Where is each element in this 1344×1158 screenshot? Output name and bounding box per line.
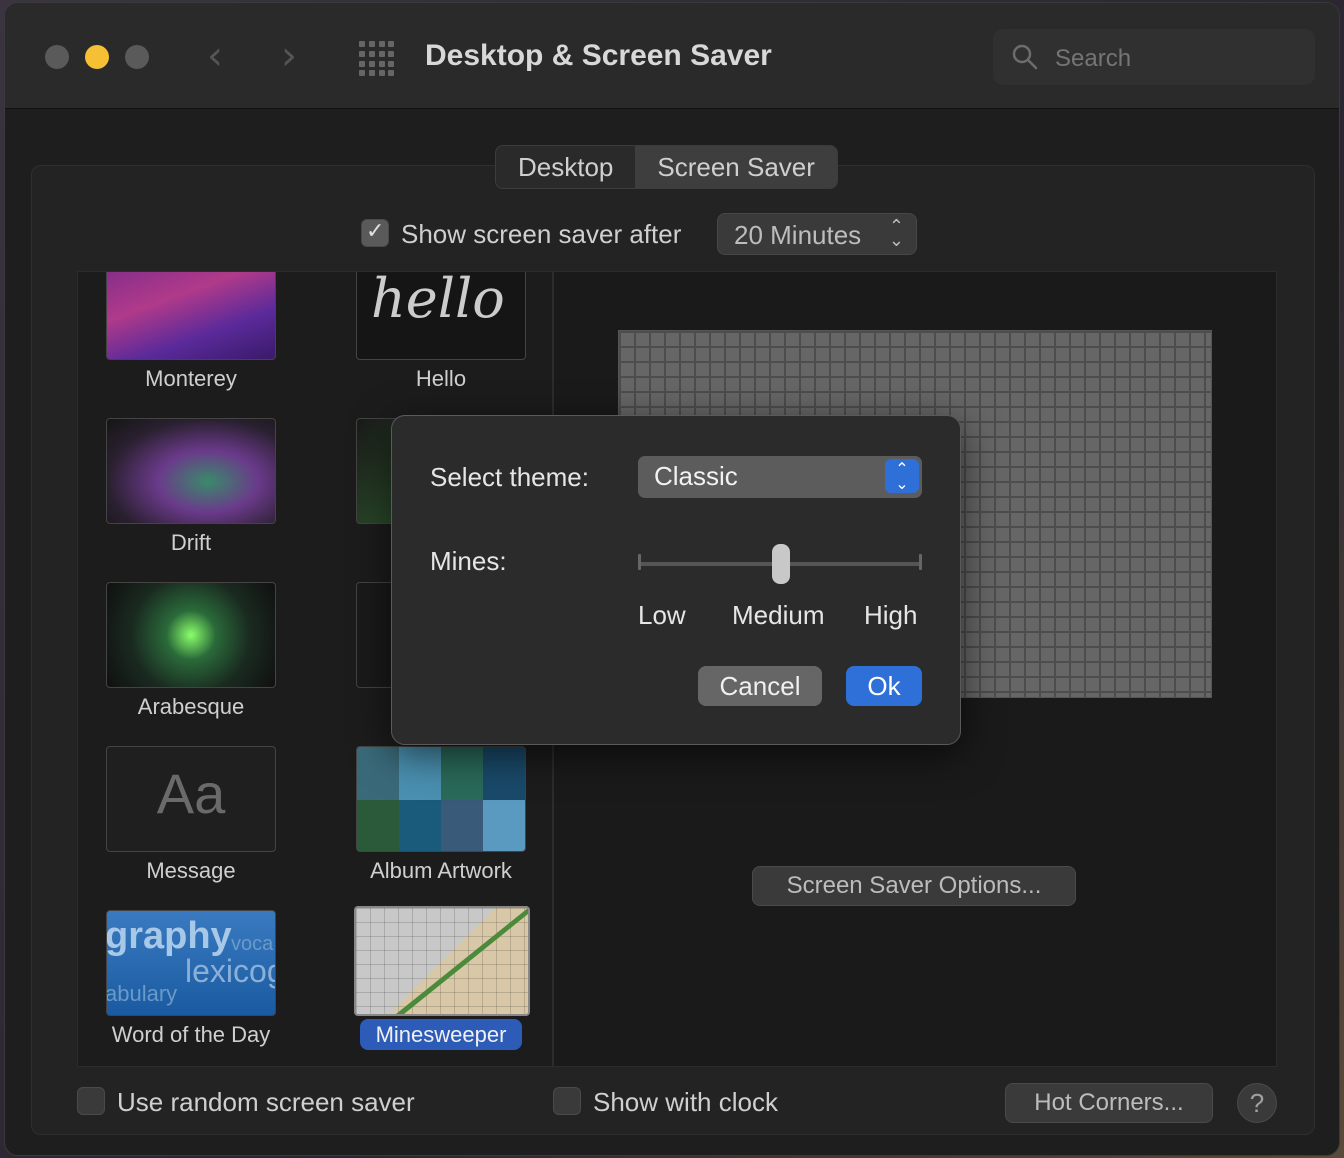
screen-saver-options-button[interactable]: Screen Saver Options... bbox=[752, 866, 1076, 906]
wotd-word-3: abulary bbox=[106, 981, 178, 1006]
hot-corners-button[interactable]: Hot Corners... bbox=[1005, 1083, 1213, 1123]
zoom-window-button[interactable] bbox=[125, 45, 149, 69]
saver-label: Arabesque bbox=[137, 694, 245, 719]
drift-thumbnail[interactable] bbox=[106, 418, 276, 524]
saver-label: Hello bbox=[415, 366, 467, 391]
saver-label: Message bbox=[146, 858, 236, 883]
help-button[interactable]: ? bbox=[1237, 1083, 1277, 1123]
show-with-clock-label: Show with clock bbox=[593, 1087, 778, 1117]
theme-value: Classic bbox=[654, 461, 738, 491]
wotd-word-1: graphy bbox=[106, 915, 232, 957]
hello-script-text: hello bbox=[371, 271, 505, 330]
wotd-word-2: lexicog bbox=[185, 953, 276, 989]
minesweeper-label: Minesweeper bbox=[359, 1019, 523, 1050]
random-screen-saver-checkbox[interactable] bbox=[77, 1087, 105, 1115]
up-down-chevron-icon: ⌃ ⌄ bbox=[888, 216, 904, 251]
message-thumbnail[interactable]: Aa bbox=[106, 746, 276, 852]
show-all-grid-icon[interactable] bbox=[359, 41, 395, 77]
ok-button[interactable]: Ok bbox=[846, 666, 922, 706]
checkmark-icon: ✓ bbox=[366, 219, 385, 244]
close-window-button[interactable] bbox=[45, 45, 69, 69]
saver-label: Word of the Day bbox=[111, 1022, 271, 1047]
show-after-label: Show screen saver after bbox=[401, 219, 682, 249]
slider-label-high: High bbox=[864, 600, 918, 630]
random-screen-saver-label: Use random screen saver bbox=[117, 1087, 415, 1117]
search-icon bbox=[1012, 44, 1038, 70]
album-artwork-thumbnail[interactable] bbox=[356, 746, 526, 852]
search-input[interactable] bbox=[1055, 45, 1295, 73]
select-theme-label: Select theme: bbox=[430, 462, 589, 492]
tab-bar: Desktop Screen Saver bbox=[495, 145, 838, 189]
saver-label: Drift bbox=[170, 530, 212, 555]
mines-label: Mines: bbox=[430, 546, 507, 576]
word-of-the-day-thumbnail[interactable]: graphy voca lexicog abulary bbox=[106, 910, 276, 1016]
slider-tick-low bbox=[638, 554, 641, 570]
show-after-checkbox[interactable]: ✓ bbox=[361, 219, 389, 247]
show-with-clock-checkbox[interactable] bbox=[553, 1087, 581, 1115]
window-title: Desktop & Screen Saver bbox=[425, 39, 772, 72]
show-after-duration-popup[interactable]: 20 Minutes ⌃ ⌄ bbox=[717, 213, 917, 255]
back-arrow-icon[interactable]: ‹ bbox=[207, 33, 223, 79]
slider-tick-high bbox=[919, 554, 922, 570]
monterey-thumbnail[interactable] bbox=[106, 272, 276, 360]
mines-slider-thumb[interactable] bbox=[772, 544, 790, 584]
duration-value: 20 Minutes bbox=[734, 220, 862, 250]
search-field[interactable] bbox=[993, 29, 1315, 85]
hello-thumbnail[interactable]: hello bbox=[356, 271, 526, 360]
minesweeper-options-dialog: Select theme: Classic ⌃ ⌄ Mines: Low Medi… bbox=[391, 415, 961, 745]
forward-arrow-icon[interactable]: › bbox=[281, 33, 297, 79]
up-down-chevron-icon: ⌃ ⌄ bbox=[885, 459, 919, 493]
theme-popup[interactable]: Classic ⌃ ⌄ bbox=[638, 456, 922, 498]
cancel-button[interactable]: Cancel bbox=[698, 666, 822, 706]
title-bar: ‹ › Desktop & Screen Saver bbox=[5, 3, 1339, 109]
tab-desktop[interactable]: Desktop bbox=[496, 146, 635, 188]
minimize-window-button[interactable] bbox=[85, 45, 109, 69]
saver-label: Album Artwork bbox=[370, 858, 512, 883]
minesweeper-thumbnail[interactable] bbox=[354, 906, 530, 1016]
saver-label-selected: Minesweeper bbox=[316, 1019, 552, 1050]
tab-screen-saver[interactable]: Screen Saver bbox=[635, 146, 837, 188]
slider-label-medium: Medium bbox=[732, 600, 825, 630]
saver-label: Monterey bbox=[145, 366, 237, 391]
message-aa-text: Aa bbox=[156, 762, 226, 825]
preferences-window: ‹ › Desktop & Screen Saver Desktop Scree… bbox=[4, 2, 1340, 1156]
slider-label-low: Low bbox=[638, 600, 686, 630]
arabesque-thumbnail[interactable] bbox=[106, 582, 276, 688]
